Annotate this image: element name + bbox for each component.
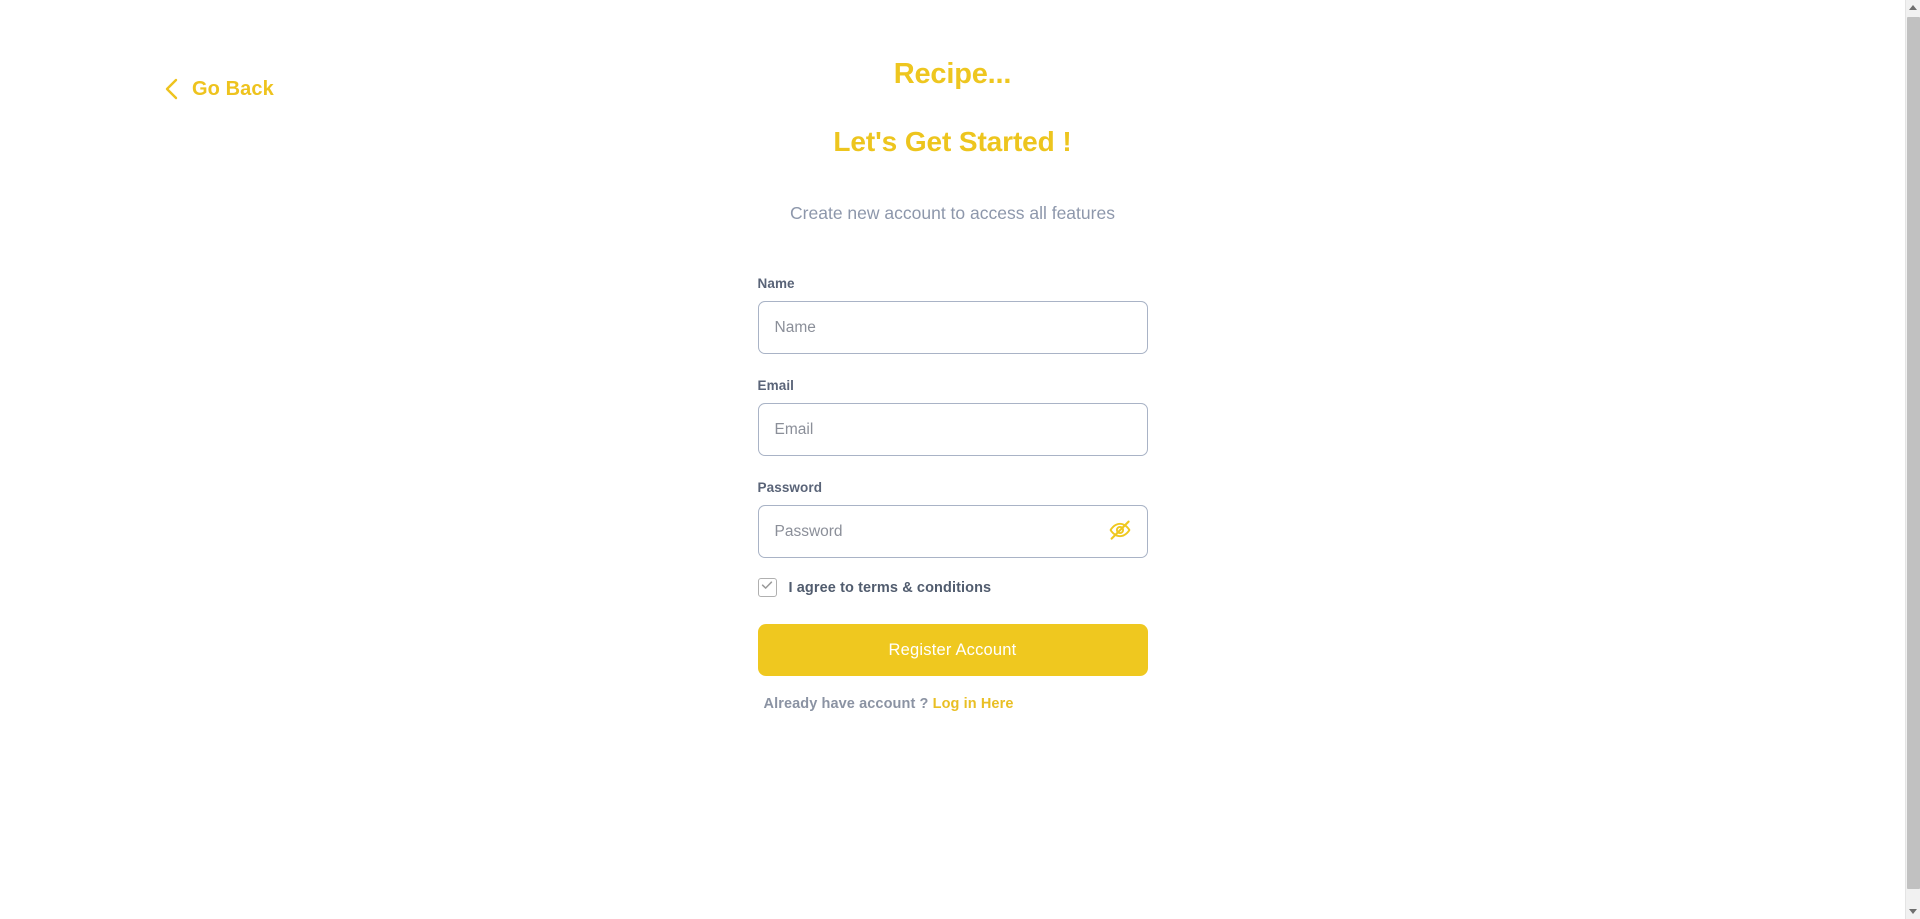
password-label: Password: [757, 480, 823, 496]
page-root: Go Back Recipe... Let's Get Started ! Cr…: [0, 0, 1905, 919]
login-prompt-row: Already have account ? Log in Here: [758, 696, 1148, 712]
name-input[interactable]: [758, 302, 1147, 354]
name-input-wrapper[interactable]: [757, 301, 1148, 355]
email-label: Email: [757, 378, 795, 394]
password-input-wrapper[interactable]: [757, 505, 1148, 559]
terms-label: I agree to terms & conditions: [788, 579, 992, 596]
terms-row: I agree to terms & conditions: [757, 578, 1148, 598]
name-field-group: Name: [757, 276, 1148, 355]
app-title: Recipe...: [893, 58, 1012, 90]
terms-checkbox[interactable]: [757, 578, 777, 598]
scroll-down-button[interactable]: [1906, 904, 1920, 919]
content-column: Recipe... Let's Get Started ! Create new…: [0, 0, 1905, 712]
login-here-link[interactable]: Log in Here: [933, 696, 1014, 712]
arrow-down-icon: [1909, 909, 1917, 914]
checkmark-icon: [760, 578, 774, 597]
toggle-password-visibility-button[interactable]: [1107, 519, 1133, 545]
page-subtitle: Create new account to access all feature…: [790, 202, 1115, 223]
login-prompt-text: Already have account ?: [763, 696, 929, 713]
email-input[interactable]: [758, 404, 1147, 456]
email-field-group: Email: [757, 378, 1148, 457]
email-input-wrapper[interactable]: [757, 403, 1148, 457]
password-field-group: Password: [757, 480, 1148, 559]
eye-off-icon: [1108, 518, 1132, 545]
arrow-up-icon: [1909, 5, 1917, 10]
registration-form: Name Email Password: [757, 276, 1148, 712]
page-headline: Let's Get Started !: [833, 126, 1072, 157]
password-input[interactable]: [758, 506, 1147, 558]
name-label: Name: [757, 276, 795, 292]
scrollbar-thumb[interactable]: [1907, 17, 1920, 889]
register-account-button[interactable]: Register Account: [757, 624, 1148, 677]
vertical-scrollbar[interactable]: [1905, 0, 1920, 919]
scroll-up-button[interactable]: [1906, 0, 1920, 15]
